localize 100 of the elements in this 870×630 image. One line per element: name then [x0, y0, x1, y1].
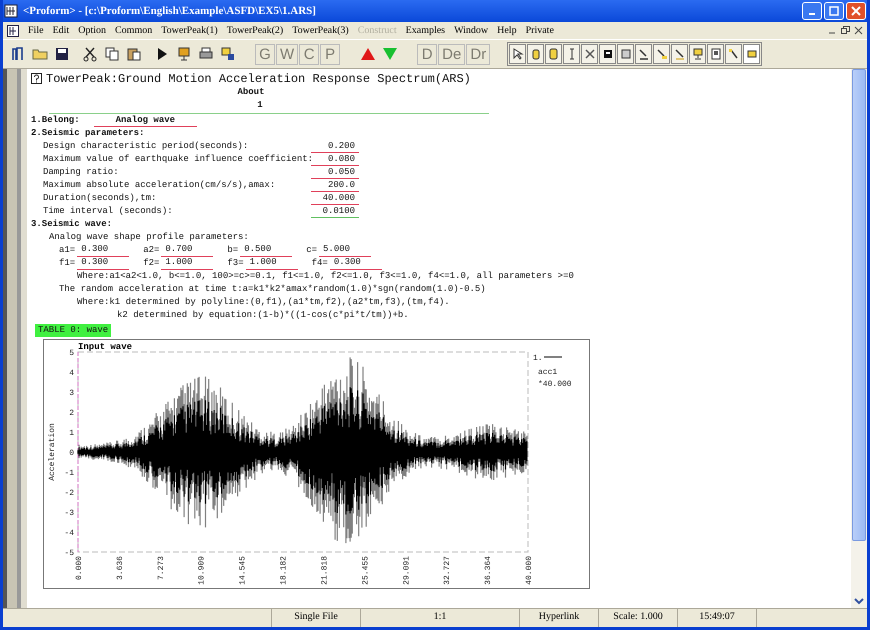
- parameter-field[interactable]: 1.000: [246, 257, 298, 270]
- table-label: TABLE 0: wave: [35, 324, 112, 337]
- subheading: Analog wave shape profile parameters:: [49, 231, 249, 244]
- y-tick-label: -1: [64, 469, 74, 478]
- slash-icon[interactable]: [671, 44, 688, 64]
- cylinder-icon[interactable]: [545, 44, 562, 64]
- scrollbar-thumb[interactable]: [852, 69, 866, 541]
- parameter-label: Duration(seconds),tm:: [43, 192, 158, 205]
- legend-name: acc1: [538, 368, 558, 377]
- x-tick-label: 40.000: [525, 556, 534, 585]
- parameter-field[interactable]: 0.300: [77, 244, 130, 257]
- parameter-label: a2=: [143, 244, 160, 257]
- y-tick-label: -2: [64, 489, 74, 498]
- y-tick-label: 2: [69, 409, 74, 418]
- menu-item[interactable]: Window: [454, 25, 488, 36]
- slash-icon[interactable]: [635, 44, 652, 64]
- restore-icon[interactable]: [841, 26, 850, 35]
- parameter-field[interactable]: 0.200: [311, 140, 359, 152]
- y-tick-label: 3: [69, 389, 74, 398]
- frame-icon[interactable]: [617, 44, 634, 64]
- menu-item[interactable]: TowerPeak(2): [226, 25, 284, 36]
- menu-item[interactable]: File: [28, 25, 44, 36]
- menu-item[interactable]: Edit: [52, 25, 70, 36]
- x-tick-label: 0.000: [75, 556, 84, 580]
- help-icon[interactable]: [31, 73, 42, 84]
- cylinder-icon[interactable]: [527, 44, 544, 64]
- parameter-label: f4=: [312, 257, 328, 270]
- parameter-label: b=: [227, 244, 238, 257]
- close-button[interactable]: [846, 2, 866, 20]
- vertical-scrollbar[interactable]: [851, 69, 867, 608]
- menu-item[interactable]: Private: [526, 25, 554, 36]
- text-cursor-icon[interactable]: [563, 44, 580, 64]
- scroll-down-icon[interactable]: [853, 596, 865, 606]
- parameter-field[interactable]: 0.500: [240, 244, 292, 257]
- close-icon[interactable]: [854, 26, 863, 35]
- parameter-label: Design characteristic period(seconds):: [43, 140, 250, 153]
- parameter-label: Damping ratio:: [43, 166, 120, 179]
- menu-item[interactable]: TowerPeak(1): [161, 25, 218, 36]
- note-text: Where:a1<a2<1.0, b<=1.0, 100>=c>=0.1, f1<=1.0, f2<=1.0, f3<=1.0, f4<=1.0, all parameters >=0: [77, 270, 574, 283]
- menu-item[interactable]: TowerPeak(3): [292, 25, 349, 36]
- menu-item[interactable]: Help: [497, 25, 517, 36]
- x-tick-label: 14.545: [238, 556, 248, 585]
- x-tick-label: 10.909: [198, 556, 207, 585]
- y-tick-label: 1: [69, 429, 74, 438]
- x-tick-label: 21.818: [320, 556, 330, 585]
- x-tick-label: 29.091: [402, 556, 412, 585]
- menu-item[interactable]: Common: [115, 25, 152, 36]
- y-tick-label: 5: [69, 349, 74, 358]
- monitor-icon[interactable]: [689, 44, 706, 64]
- note-text: Where:k1 determined by polyline:(0,f1),(a1*tm,f2),(a2*tm,f3),(tm,f4).: [77, 296, 450, 309]
- y-tick-label: 4: [69, 369, 74, 378]
- menu-item[interactable]: Option: [78, 25, 106, 36]
- x-tick-label: 3.636: [116, 556, 125, 580]
- parameter-field[interactable]: 40.000: [311, 192, 359, 204]
- chart-title: Input wave: [78, 342, 132, 352]
- legend-scale: *40.000: [538, 380, 572, 389]
- parameter-field[interactable]: 5.000: [319, 244, 372, 257]
- y-axis-label: Acceleration: [48, 423, 57, 481]
- parameter-field[interactable]: 1.000: [161, 257, 214, 270]
- parameter-label: Maximum value of earthquake influence coefficient:: [43, 153, 311, 166]
- parameter-label: f1=: [59, 257, 76, 270]
- legend-index: 1.: [533, 354, 543, 363]
- status-time: 15:49:07: [678, 609, 757, 627]
- maximize-button[interactable]: [824, 2, 844, 20]
- maximize-icon: [829, 6, 839, 16]
- block-icon[interactable]: [599, 44, 616, 64]
- parameter-field[interactable]: 0.080: [311, 154, 359, 166]
- note-text: The random acceleration at time t:a=k1*k2*amax*random(1.0)*sgn(random(1.0)-0.5): [59, 283, 486, 296]
- status-ratio: 1:1: [361, 609, 520, 627]
- parameter-field[interactable]: 0.0100: [311, 206, 359, 218]
- belong-label: 1.Belong:: [31, 114, 80, 127]
- parameter-field[interactable]: 200.0: [311, 180, 359, 192]
- belong-value[interactable]: Analog wave: [94, 114, 198, 126]
- parameter-field[interactable]: 0.050: [311, 166, 359, 178]
- x-tick-label: 36.364: [484, 556, 494, 585]
- page-icon[interactable]: [707, 44, 724, 64]
- y-tick-label: -3: [64, 509, 74, 518]
- note-text: k2 determined by equation:(1-b)*((1-cos(c*pi*t/tm))+b.: [117, 309, 409, 322]
- parameter-field[interactable]: 0.300: [330, 257, 382, 270]
- menu-item[interactable]: Examples: [406, 25, 446, 36]
- pointer-icon[interactable]: [509, 44, 526, 64]
- app-icon: [4, 4, 18, 18]
- note-icon[interactable]: [743, 44, 760, 64]
- slash-icon[interactable]: [653, 44, 670, 64]
- parameter-label: Maximum absolute acceleration(cm/s/s),amax:: [43, 179, 276, 192]
- window-title: <Proform> - [c:\Proform\English\Example\ASFD\EX5\1.ARS]: [23, 5, 317, 17]
- x-tick-label: 25.455: [361, 556, 370, 585]
- slash-icon[interactable]: [725, 44, 742, 64]
- legend-line: [544, 356, 562, 358]
- parameter-label: c=: [306, 244, 318, 257]
- section-index: 1: [257, 100, 263, 110]
- parameter-field[interactable]: 0.700: [161, 244, 214, 257]
- cross-icon[interactable]: [581, 44, 598, 64]
- parameter-label: f3=: [227, 257, 244, 270]
- section-heading: 2.Seismic parameters:: [31, 127, 144, 140]
- status-scale: Scale: 1.000: [599, 609, 678, 627]
- minimize-button[interactable]: [802, 2, 822, 20]
- parameter-field[interactable]: 0.300: [77, 257, 130, 270]
- document-heading: TowerPeak:Ground Motion Acceleration Response Spectrum(ARS): [46, 72, 471, 86]
- x-tick-label: 7.273: [156, 556, 166, 580]
